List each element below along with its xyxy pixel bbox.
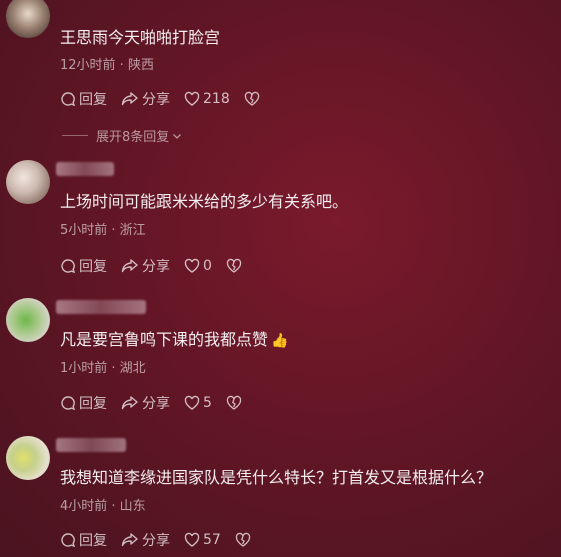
reply-button[interactable]: 回复 bbox=[60, 393, 107, 413]
comment-meta: 1小时前 · 湖北 bbox=[60, 361, 146, 376]
heart-icon bbox=[184, 395, 200, 410]
comment-text: 我想知道李缘进国家队是凭什么特长？打首发又是根据什么？ bbox=[60, 468, 493, 487]
comment-actions: 回复 分享 0 bbox=[60, 256, 259, 276]
comment-text: 凡是要宫鲁鸣下课的我都点赞 👍 bbox=[60, 330, 288, 351]
like-count: 57 bbox=[203, 532, 221, 548]
reply-label: 回复 bbox=[79, 533, 107, 549]
reply-bubble-icon bbox=[61, 533, 76, 548]
comment-actions: 回复 分享 218 bbox=[60, 89, 277, 109]
dislike-button[interactable] bbox=[226, 395, 245, 411]
comment-meta: 5小时前 · 浙江 bbox=[60, 223, 146, 238]
avatar[interactable] bbox=[6, 436, 50, 480]
expand-replies-label: 展开8条回复 bbox=[96, 130, 170, 145]
dislike-button[interactable] bbox=[235, 532, 254, 548]
share-button[interactable]: 分享 bbox=[121, 89, 170, 109]
username[interactable] bbox=[56, 438, 126, 452]
share-button[interactable]: 分享 bbox=[121, 393, 170, 413]
reply-bubble-icon bbox=[61, 92, 76, 107]
reply-button[interactable]: 回复 bbox=[60, 530, 107, 550]
thumbs-up-emoji: 👍 bbox=[271, 333, 289, 349]
like-button[interactable]: 0 bbox=[184, 258, 212, 274]
comment-text: 上场时间可能跟米米给的多少有关系吧。 bbox=[60, 192, 349, 211]
broken-heart-icon bbox=[235, 532, 251, 547]
reply-label: 回复 bbox=[79, 259, 107, 275]
comment-text: 王思雨今天啪啪打脸宫 bbox=[60, 28, 221, 47]
share-label: 分享 bbox=[142, 533, 170, 549]
like-button[interactable]: 5 bbox=[184, 395, 212, 411]
reply-bubble-icon bbox=[61, 396, 76, 411]
share-arrow-icon bbox=[121, 92, 138, 106]
avatar[interactable] bbox=[6, 298, 50, 342]
expand-replies-button[interactable]: 展开8条回复 bbox=[62, 126, 183, 145]
comment-actions: 回复 分享 57 bbox=[60, 530, 268, 550]
share-button[interactable]: 分享 bbox=[121, 530, 170, 550]
username[interactable] bbox=[56, 162, 114, 176]
comment-meta: 12小时前 · 陕西 bbox=[60, 58, 154, 73]
avatar[interactable] bbox=[6, 0, 50, 38]
dislike-button[interactable] bbox=[244, 91, 263, 107]
like-button[interactable]: 57 bbox=[184, 532, 221, 548]
chevron-down-icon bbox=[173, 133, 182, 139]
broken-heart-icon bbox=[226, 258, 242, 273]
comment-meta: 4小时前 · 山东 bbox=[60, 499, 146, 514]
comment-actions: 回复 分享 5 bbox=[60, 393, 259, 413]
share-button[interactable]: 分享 bbox=[121, 256, 170, 276]
reply-button[interactable]: 回复 bbox=[60, 256, 107, 276]
like-count: 0 bbox=[203, 258, 212, 274]
divider bbox=[62, 135, 88, 136]
dislike-button[interactable] bbox=[226, 258, 245, 274]
heart-icon bbox=[184, 258, 200, 273]
comment-text-content: 凡是要宫鲁鸣下课的我都点赞 bbox=[60, 330, 269, 349]
broken-heart-icon bbox=[226, 395, 242, 410]
username[interactable] bbox=[56, 300, 146, 314]
broken-heart-icon bbox=[244, 91, 259, 106]
like-count: 5 bbox=[203, 395, 212, 411]
share-label: 分享 bbox=[142, 259, 170, 275]
reply-label: 回复 bbox=[79, 92, 107, 108]
avatar[interactable] bbox=[6, 160, 50, 204]
reply-bubble-icon bbox=[61, 259, 76, 274]
like-count: 218 bbox=[203, 91, 230, 107]
share-label: 分享 bbox=[142, 92, 170, 108]
reply-button[interactable]: 回复 bbox=[60, 89, 107, 109]
share-arrow-icon bbox=[121, 259, 138, 273]
heart-icon bbox=[184, 532, 200, 547]
like-button[interactable]: 218 bbox=[184, 91, 230, 107]
share-arrow-icon bbox=[121, 396, 138, 410]
share-label: 分享 bbox=[142, 396, 170, 412]
reply-label: 回复 bbox=[79, 396, 107, 412]
share-arrow-icon bbox=[121, 533, 138, 547]
heart-icon bbox=[184, 91, 200, 106]
